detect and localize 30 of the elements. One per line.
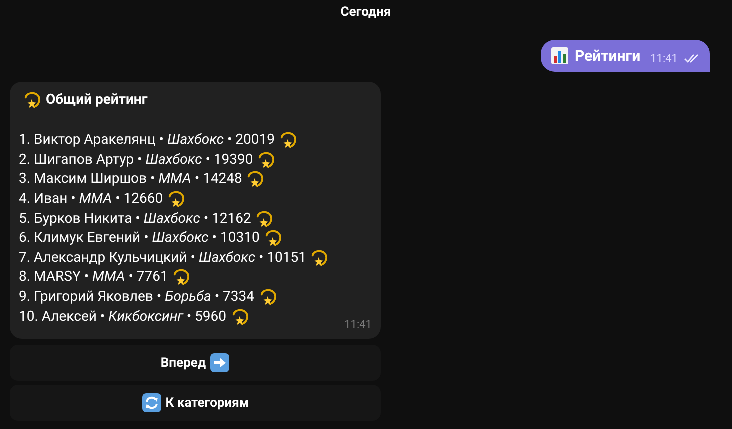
comet-icon: [230, 308, 250, 327]
rating-line: 4. Иван • ММА • 12660: [19, 190, 164, 210]
comet-icon: [255, 210, 274, 229]
comet-icon: [264, 229, 283, 248]
message-time: 11:41: [650, 50, 678, 67]
inline-button[interactable]: Вперед: [10, 345, 381, 382]
comet-icon: [310, 248, 330, 268]
rating-line: 6. Климук Евгений • Шахбокс • 10310: [19, 229, 260, 248]
comet-icon: [279, 131, 298, 150]
rating-line: 5. Бурков Никита • Шахбокс • 12162: [19, 210, 252, 229]
rating-line: 8. MARSY • ММА • 7761: [19, 268, 168, 288]
rating-line: 2. Шигапов Артур • Шахбокс • 19390: [19, 150, 254, 170]
rating-line: 10. Алексей • Кикбоксинг • 5960: [19, 308, 227, 327]
refresh-icon: [142, 393, 162, 414]
rating-line: 9. Григорий Яковлев • Борьба • 7334: [19, 288, 255, 308]
inline-button[interactable]: К категориям: [10, 385, 381, 422]
bar-chart-icon: [550, 47, 569, 65]
message-time: 11:41: [344, 316, 372, 333]
comet-icon: [257, 150, 276, 170]
comet-icon: [23, 91, 42, 110]
message-title: Общий рейтинг: [46, 91, 148, 110]
message-text: Рейтинги: [574, 46, 641, 67]
rating-line: 7. Александр Кульчицкий • Шахбокс • 10151: [19, 248, 306, 268]
comet-icon: [172, 268, 192, 288]
date-header: Сегодня: [340, 4, 392, 22]
rating-line: 1. Виктор Аракелянц • Шахбокс • 20019: [19, 131, 276, 150]
comet-icon: [167, 190, 186, 210]
comet-icon: [258, 288, 278, 308]
comet-icon: [246, 170, 266, 190]
rating-line: 3. Максим Ширшов • ММА • 14248: [19, 170, 242, 190]
